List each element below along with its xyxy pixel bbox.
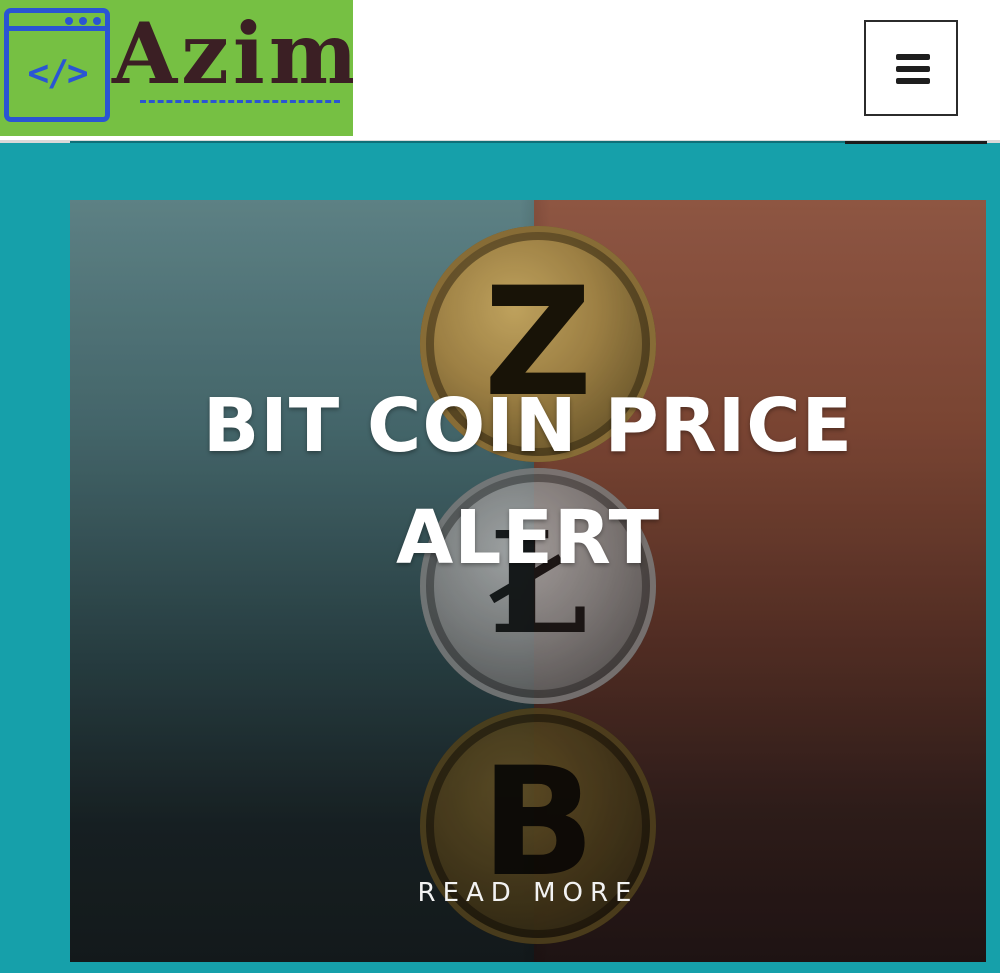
featured-post-card[interactable]: Z Ł B BIT COIN PRICE ALERT READ MORE (70, 200, 986, 962)
logo-underline (140, 100, 340, 104)
site-header: </> Azim (0, 0, 1000, 143)
site-logo[interactable]: </> Azim (0, 0, 353, 136)
code-symbol: </> (27, 53, 88, 94)
logo-brand-text: Azim (112, 4, 353, 103)
window-dot (79, 17, 87, 25)
window-dot (93, 17, 101, 25)
post-title[interactable]: BIT COIN PRICE ALERT (70, 370, 986, 594)
window-titlebar (9, 13, 105, 31)
browser-window-icon: </> (4, 8, 110, 122)
section-top-lines (0, 141, 1000, 144)
hamburger-menu-button[interactable] (864, 20, 958, 116)
read-more-link[interactable]: READ MORE (70, 878, 986, 908)
window-dot (65, 17, 73, 25)
